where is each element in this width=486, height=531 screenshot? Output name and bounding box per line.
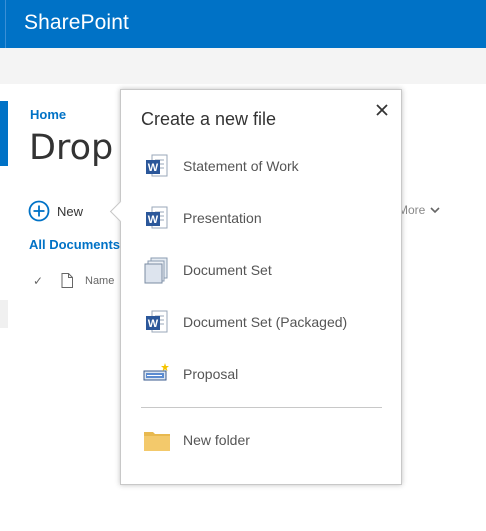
list-header: ✓ Name [33,273,114,288]
menu-item-label: Document Set [183,262,272,278]
add-circle-icon [28,200,50,222]
word-icon: W [143,204,171,232]
proposal-icon [143,360,171,388]
app-brand[interactable]: SharePoint [24,11,129,35]
callout-title: Create a new file [141,109,277,129]
menu-item-document-set[interactable]: Document Set [143,254,383,286]
more-button-label: More [398,203,426,217]
column-header-name[interactable]: Name [85,275,114,287]
close-icon[interactable] [374,102,390,118]
menu-separator [141,407,382,408]
suite-bar: SharePoint [0,0,486,48]
select-all-checkmark[interactable]: ✓ [33,274,47,288]
new-file-callout: Create a new file W Statement of Work W … [109,89,402,485]
new-button-label: New [57,203,84,219]
chevron-down-icon [430,207,440,214]
new-button[interactable]: New [28,199,83,223]
menu-item-document-set-packaged[interactable]: W Document Set (Packaged) [143,306,383,338]
breadcrumb-home[interactable]: Home [30,107,66,122]
command-bar [0,48,486,84]
menu-item-presentation[interactable]: W Presentation [143,202,383,234]
menu-item-label: Document Set (Packaged) [183,314,348,330]
left-ghost-bar [0,300,8,328]
menu-item-label: Proposal [183,366,239,382]
menu-item-label: Presentation [183,210,262,226]
callout-beak [109,200,132,223]
more-button[interactable]: More [398,203,440,217]
app-launcher-divider [5,0,6,48]
view-selector-all-documents[interactable]: All Documents [29,237,120,252]
svg-text:W: W [148,214,159,226]
menu-item-label: Statement of Work [183,158,299,174]
menu-item-proposal[interactable]: Proposal [143,358,383,390]
left-accent-bar [0,101,8,166]
folder-icon [143,426,171,454]
svg-text:W: W [148,162,159,174]
menu-item-new-folder[interactable]: New folder [143,424,383,456]
file-type-icon [61,273,73,288]
document-set-icon [143,256,171,284]
word-icon: W [143,152,171,180]
menu-item-statement-of-work[interactable]: W Statement of Work [143,150,383,182]
word-icon: W [143,308,171,336]
menu-item-label: New folder [183,432,250,448]
svg-text:W: W [148,318,159,330]
